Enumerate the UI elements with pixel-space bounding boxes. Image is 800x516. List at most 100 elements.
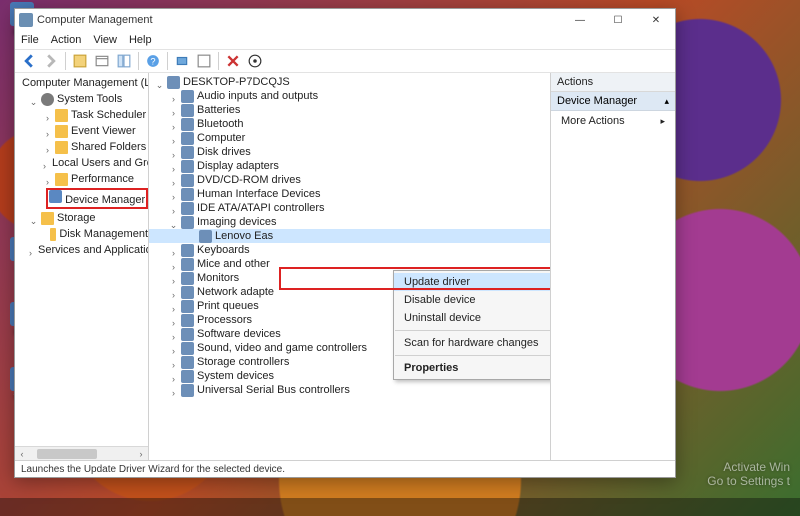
device-label: Mice and other [197,257,270,271]
expand-icon[interactable]: › [169,288,178,297]
toolbar-icon[interactable] [245,51,265,71]
tree-label: System Tools [57,92,122,106]
expand-icon[interactable]: › [43,111,52,120]
ctx-uninstall-device[interactable]: Uninstall device [394,309,551,327]
forward-button[interactable] [41,51,61,71]
expand-icon[interactable]: ⌄ [169,218,178,227]
device-tree-item[interactable]: ›Audio inputs and outputs [149,89,550,103]
device-tree-item[interactable]: ›Disk drives [149,145,550,159]
tree-event-viewer[interactable]: › Event Viewer [15,123,148,139]
tree-label: Event Viewer [71,124,136,138]
expand-icon[interactable]: › [169,190,178,199]
expand-icon[interactable]: › [169,358,178,367]
tree-root[interactable]: Computer Management (Local [15,75,148,91]
menu-separator [395,355,551,356]
ctx-properties[interactable]: Properties [394,359,551,377]
maximize-button[interactable]: ☐ [601,10,635,30]
expand-icon[interactable]: › [169,386,178,395]
expand-icon[interactable]: › [169,148,178,157]
device-tree-item[interactable]: ›Universal Serial Bus controllers [149,383,550,397]
expand-icon[interactable]: › [169,92,178,101]
tree-performance[interactable]: ›Performance [15,171,148,187]
expand-icon[interactable]: › [169,274,178,283]
tree-storage[interactable]: ⌄Storage [15,210,148,226]
minimize-button[interactable]: — [563,10,597,30]
tree-services-apps[interactable]: ›Services and Applications [15,242,148,258]
device-tree-item[interactable]: ›IDE ATA/ATAPI controllers [149,201,550,215]
collapse-icon[interactable]: ▴ [664,96,669,107]
device-label: Print queues [197,299,259,313]
device-tree-pane[interactable]: ⌄DESKTOP-P7DCQJS›Audio inputs and output… [149,73,551,460]
close-button[interactable]: ✕ [639,10,673,30]
tree-local-users[interactable]: › Local Users and Groups [15,155,148,171]
toolbar-icon[interactable] [114,51,134,71]
expand-icon[interactable]: › [169,204,178,213]
ctx-disable-device[interactable]: Disable device [394,291,551,309]
device-root[interactable]: ⌄DESKTOP-P7DCQJS [149,75,550,89]
help-icon[interactable]: ? [143,51,163,71]
actions-subheader[interactable]: Device Manager ▴ [551,92,675,111]
expand-icon[interactable]: › [169,372,178,381]
tree-system-tools[interactable]: ⌄ System Tools [15,91,148,107]
expand-icon[interactable]: ⌄ [155,78,164,87]
device-tree-item[interactable]: ⌄Imaging devices [149,215,550,229]
svg-text:?: ? [150,57,155,67]
delete-icon[interactable] [223,51,243,71]
expand-icon[interactable]: › [169,330,178,339]
device-tree-item[interactable]: ›Computer [149,131,550,145]
expand-icon[interactable]: › [169,120,178,129]
more-actions[interactable]: More Actions ▸ [551,111,675,131]
selected-device[interactable]: Lenovo Eas [149,229,550,243]
menu-view[interactable]: View [93,34,117,46]
scroll-right-icon[interactable]: › [134,447,148,461]
device-tree-item[interactable]: ›Batteries [149,103,550,117]
menu-action[interactable]: Action [51,34,82,46]
hscrollbar[interactable]: ‹ › [15,446,148,460]
menu-file[interactable]: File [21,34,39,46]
expand-icon[interactable]: › [43,127,52,136]
expand-icon[interactable]: ⌄ [29,95,38,104]
back-button[interactable] [19,51,39,71]
device-label: Lenovo Eas [215,229,273,243]
expand-icon[interactable]: › [43,175,52,184]
expand-icon[interactable]: › [43,159,46,168]
expand-icon[interactable]: ⌄ [29,214,38,223]
tree-task-scheduler[interactable]: ›Task Scheduler [15,107,148,123]
device-tree-item[interactable]: ›Human Interface Devices [149,187,550,201]
expand-icon[interactable]: › [169,162,178,171]
toolbar-icon[interactable] [194,51,214,71]
expand-icon[interactable]: › [169,246,178,255]
scroll-thumb[interactable] [37,449,97,459]
expand-icon[interactable]: › [169,316,178,325]
tree-disk-mgmt[interactable]: Disk Management [15,226,148,242]
tree-label: Local Users and Groups [52,156,149,170]
scroll-left-icon[interactable]: ‹ [15,447,29,461]
toolbar-icon[interactable] [92,51,112,71]
device-label: Storage controllers [197,355,289,369]
scan-hardware-icon[interactable] [172,51,192,71]
expand-icon[interactable]: › [169,134,178,143]
expand-icon[interactable]: › [169,344,178,353]
expand-icon[interactable] [187,232,196,241]
nav-tree-pane[interactable]: Computer Management (Local ⌄ System Tools… [15,73,149,460]
expand-icon[interactable]: › [29,246,32,255]
ctx-update-driver[interactable]: Update driver [394,273,551,291]
toolbar-icon[interactable] [70,51,90,71]
taskbar[interactable] [0,498,800,516]
device-tree-item[interactable]: › Mice and other [149,257,550,271]
expand-icon[interactable]: › [169,176,178,185]
device-tree-item[interactable]: ›Keyboards [149,243,550,257]
expand-icon[interactable]: › [43,143,52,152]
expand-icon[interactable]: › [169,302,178,311]
device-tree-item[interactable]: ›Display adapters [149,159,550,173]
app-icon [19,13,33,27]
expand-icon[interactable]: › [169,260,178,269]
titlebar[interactable]: Computer Management — ☐ ✕ [15,9,675,31]
expand-icon[interactable]: › [169,106,178,115]
menu-help[interactable]: Help [129,34,152,46]
tree-shared-folders[interactable]: ›Shared Folders [15,139,148,155]
device-tree-item[interactable]: ›Bluetooth [149,117,550,131]
tree-device-manager[interactable]: Device Manager [15,187,148,210]
device-tree-item[interactable]: ›DVD/CD-ROM drives [149,173,550,187]
ctx-scan-hardware[interactable]: Scan for hardware changes [394,334,551,352]
